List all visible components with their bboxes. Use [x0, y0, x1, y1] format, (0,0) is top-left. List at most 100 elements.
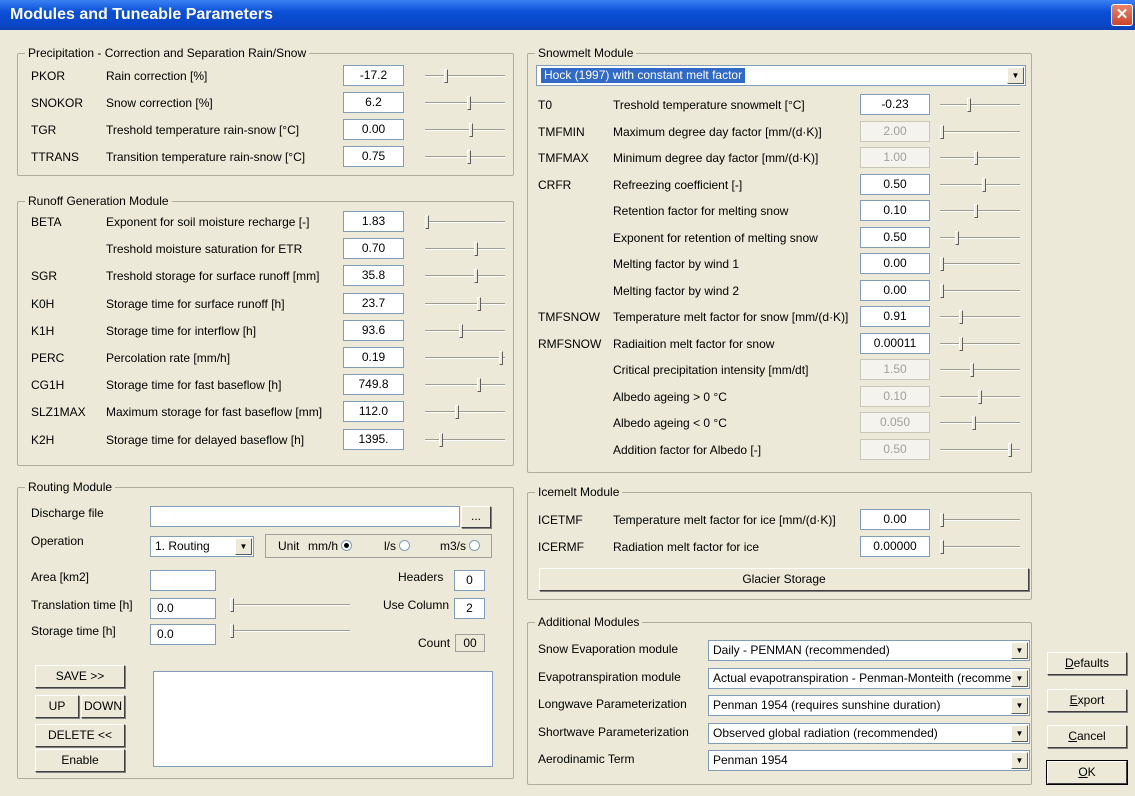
- param-slider[interactable]: [425, 323, 505, 338]
- cancel-button[interactable]: Cancel: [1047, 725, 1127, 748]
- param-slider[interactable]: [425, 215, 505, 229]
- module-select[interactable]: Penman 1954 (requires sunshine duration)…: [708, 695, 1030, 716]
- param-value-input[interactable]: -0.23: [860, 94, 930, 115]
- param-slider[interactable]: [940, 336, 1020, 351]
- glacier-storage-button[interactable]: Glacier Storage: [539, 568, 1029, 591]
- param-slider[interactable]: [425, 69, 505, 83]
- param-value-input[interactable]: 35.8: [343, 265, 404, 287]
- slider-thumb[interactable]: [940, 513, 944, 527]
- slider-thumb[interactable]: [455, 405, 459, 420]
- module-select[interactable]: Observed global radiation (recommended) ▼: [708, 722, 1030, 744]
- param-slider[interactable]: [425, 296, 505, 311]
- storage-time-slider[interactable]: [230, 624, 350, 638]
- slider-thumb[interactable]: [940, 257, 944, 271]
- slider-thumb[interactable]: [459, 323, 463, 338]
- use-column-input[interactable]: 2: [454, 598, 485, 619]
- up-button[interactable]: UP: [35, 695, 79, 718]
- param-slider[interactable]: [425, 242, 505, 257]
- chevron-down-icon[interactable]: ▼: [1011, 642, 1028, 659]
- param-slider[interactable]: [940, 177, 1020, 192]
- param-value-input[interactable]: 6.2: [343, 92, 404, 113]
- param-slider[interactable]: [940, 257, 1020, 271]
- param-value-input[interactable]: 112.0: [343, 401, 404, 423]
- down-button[interactable]: DOWN: [81, 695, 125, 718]
- param-value-input[interactable]: 749.8: [343, 374, 404, 396]
- param-value-input[interactable]: 0.00: [860, 253, 930, 274]
- headers-input[interactable]: 0: [454, 570, 485, 591]
- routing-list[interactable]: [153, 671, 493, 767]
- module-select[interactable]: Actual evapotranspiration - Penman-Monte…: [708, 667, 1030, 689]
- slider-thumb[interactable]: [982, 177, 986, 192]
- param-value-input[interactable]: 0.19: [343, 347, 404, 368]
- param-slider[interactable]: [425, 150, 505, 164]
- param-value-input[interactable]: 0.00011: [860, 332, 930, 354]
- radio-ls-icon[interactable]: [399, 540, 411, 551]
- chevron-down-icon[interactable]: ▼: [235, 538, 252, 555]
- slider-thumb[interactable]: [439, 432, 443, 447]
- param-value-input[interactable]: 0.50: [860, 173, 930, 195]
- slider-thumb[interactable]: [974, 204, 978, 218]
- param-slider[interactable]: [940, 230, 1020, 245]
- radio-m3s-icon[interactable]: [469, 540, 481, 551]
- save-button[interactable]: SAVE >>: [35, 665, 125, 688]
- param-slider[interactable]: [425, 96, 505, 110]
- slider-thumb[interactable]: [940, 283, 944, 298]
- snowmelt-method-select[interactable]: Hock (1997) with constant melt factor ▼: [536, 65, 1026, 86]
- module-select[interactable]: Daily - PENMAN (recommended) ▼: [708, 640, 1030, 661]
- area-input[interactable]: [150, 570, 216, 591]
- param-slider[interactable]: [940, 540, 1020, 554]
- chevron-down-icon[interactable]: ▼: [1011, 752, 1028, 769]
- param-slider[interactable]: [425, 432, 505, 447]
- param-value-input[interactable]: 0.70: [343, 238, 404, 260]
- slider-thumb[interactable]: [959, 336, 963, 351]
- ok-button[interactable]: OK: [1046, 760, 1128, 785]
- defaults-button[interactable]: Defaults: [1047, 652, 1127, 675]
- unit-option-mmh[interactable]: mm/h: [308, 539, 353, 553]
- slider-thumb[interactable]: [474, 269, 478, 284]
- translation-time-input[interactable]: 0.0: [150, 598, 216, 619]
- param-slider[interactable]: [940, 310, 1020, 324]
- param-value-input[interactable]: 23.7: [343, 292, 404, 314]
- slider-thumb[interactable]: [467, 150, 471, 164]
- slider-thumb[interactable]: [499, 351, 503, 365]
- param-slider[interactable]: [940, 204, 1020, 218]
- chevron-down-icon[interactable]: ▼: [1007, 67, 1024, 84]
- param-slider[interactable]: [940, 98, 1020, 112]
- export-button[interactable]: Export: [1047, 689, 1127, 712]
- chevron-down-icon[interactable]: ▼: [1011, 724, 1028, 742]
- close-icon[interactable]: ✕: [1111, 4, 1133, 26]
- slider-thumb[interactable]: [955, 230, 959, 245]
- param-value-input[interactable]: 0.00: [860, 509, 930, 530]
- param-value-input[interactable]: 0.75: [343, 146, 404, 167]
- param-slider[interactable]: [940, 513, 1020, 527]
- slider-thumb[interactable]: [940, 540, 944, 554]
- param-slider[interactable]: [425, 378, 505, 393]
- discharge-file-input[interactable]: [150, 506, 460, 527]
- param-value-input[interactable]: 1.83: [343, 211, 404, 232]
- slider-thumb[interactable]: [425, 215, 429, 229]
- slider-thumb[interactable]: [967, 98, 971, 112]
- param-value-input[interactable]: 0.00: [860, 279, 930, 301]
- param-value-input[interactable]: 0.50: [860, 226, 930, 248]
- translation-time-slider[interactable]: [230, 598, 350, 612]
- delete-button[interactable]: DELETE <<: [35, 724, 125, 747]
- param-value-input[interactable]: 0.00: [343, 119, 404, 140]
- operation-select[interactable]: 1. Routing ▼: [150, 536, 254, 557]
- param-slider[interactable]: [425, 351, 505, 365]
- param-value-input[interactable]: 0.91: [860, 306, 930, 327]
- radio-mmh-icon[interactable]: [341, 540, 353, 551]
- unit-option-ls[interactable]: l/s: [384, 539, 411, 553]
- chevron-down-icon[interactable]: ▼: [1011, 697, 1028, 714]
- slider-thumb[interactable]: [467, 96, 471, 110]
- slider-thumb[interactable]: [474, 242, 478, 257]
- param-slider[interactable]: [425, 269, 505, 284]
- chevron-down-icon[interactable]: ▼: [1011, 669, 1028, 687]
- storage-time-input[interactable]: 0.0: [150, 624, 216, 645]
- param-value-input[interactable]: 0.10: [860, 200, 930, 221]
- slider-thumb[interactable]: [444, 69, 448, 83]
- param-value-input[interactable]: 0.00000: [860, 536, 930, 557]
- browse-button[interactable]: ...: [461, 506, 491, 528]
- slider-thumb[interactable]: [959, 310, 963, 324]
- param-slider[interactable]: [940, 283, 1020, 298]
- unit-option-m3s[interactable]: m3/s: [440, 539, 481, 553]
